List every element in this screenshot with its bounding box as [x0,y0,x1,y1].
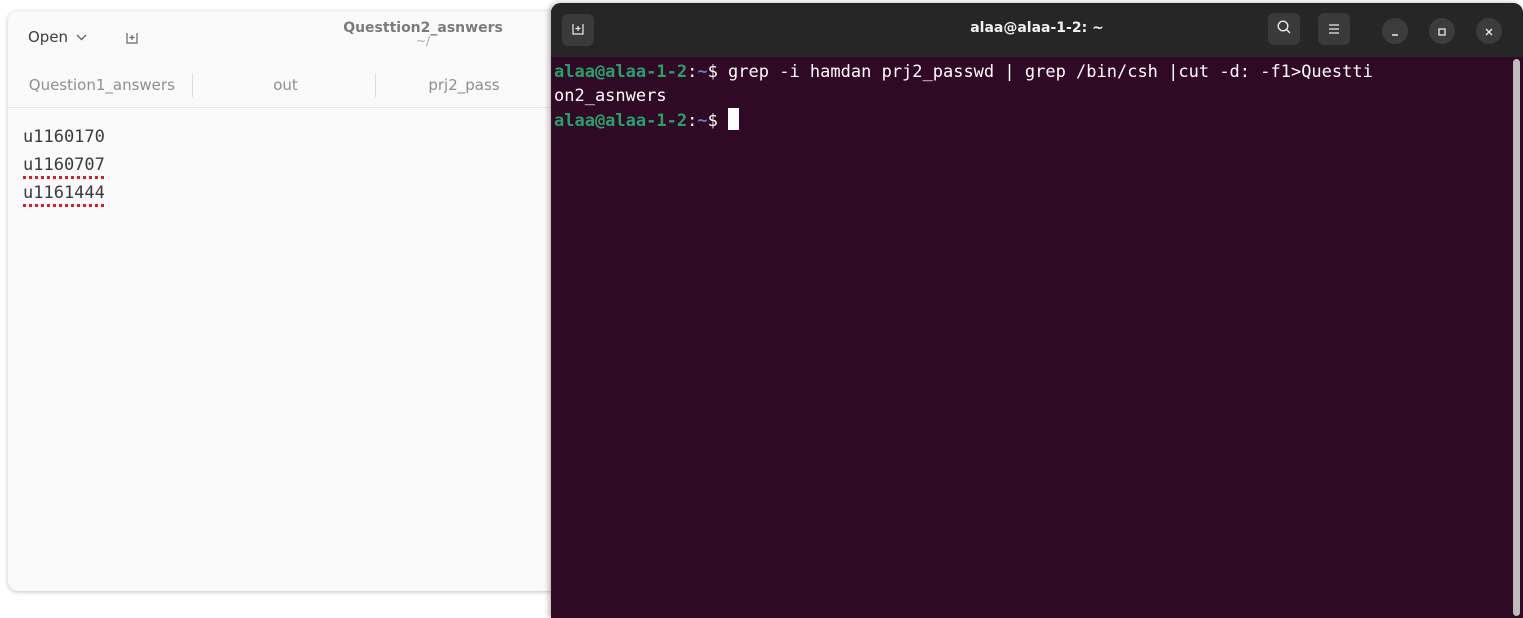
search-button[interactable] [1268,13,1300,45]
tab-question1-answers[interactable]: Question1_answers [8,63,192,107]
terminal-output[interactable]: alaa@alaa-1-2:~$ grep -i hamdan prj2_pas… [551,57,1509,618]
misspelled-word: u1160707 [23,155,105,175]
menu-button[interactable] [1318,13,1350,45]
open-button[interactable]: Open [20,23,95,51]
minimize-icon [1390,22,1400,41]
misspelled-word: u1161444 [23,183,105,203]
line-text: u1160170 [23,127,105,147]
search-icon [1276,19,1292,39]
editor-text-area[interactable]: u1160170 u1160707 u1161444 [23,123,105,207]
document-title: Questtion2_asnwers ~/ [308,20,538,48]
close-button[interactable] [1476,18,1502,44]
terminal-line: on2_asnwers [554,84,1509,108]
prompt-dollar: $ [707,62,729,82]
prompt-path: ~ [697,111,708,131]
chevron-down-icon [76,31,87,44]
tab-label: out [273,76,298,94]
terminal-window: alaa@alaa-1-2: ~ alaa@alaa-1-2:~$ grep -… [551,3,1523,618]
terminal-title: alaa@alaa-1-2: ~ [970,20,1104,36]
text-line: u1161444 [23,179,105,207]
text-line: u1160707 [23,151,105,179]
command-text: grep -i hamdan prj2_passwd | grep /bin/c… [728,62,1373,82]
document-path: ~/ [415,34,431,48]
prompt-path: ~ [697,62,708,82]
prompt-dollar: $ [707,111,729,131]
prompt-colon: : [687,111,698,131]
prompt-colon: : [687,62,698,82]
close-icon [1484,22,1494,41]
tab-label: Question1_answers [28,76,175,94]
prompt-user: alaa@alaa-1-2 [554,111,688,131]
terminal-scrollbar[interactable] [1513,59,1520,616]
open-label: Open [28,28,69,46]
maximize-icon [1437,22,1447,41]
terminal-line: alaa@alaa-1-2:~$ [554,108,1509,133]
editor-headerbar: Open Questtion2_asnwers ~/ [8,11,608,63]
text-line: u1160170 [23,123,105,151]
minimize-button[interactable] [1382,18,1408,44]
maximize-button[interactable] [1429,18,1455,44]
command-text-wrapped: on2_asnwers [554,86,667,106]
tab-label: prj2_pass [428,76,500,94]
document-tabs: Question1_answers out prj2_pass [8,63,608,108]
text-cursor [728,108,740,130]
terminal-line: alaa@alaa-1-2:~$ grep -i hamdan prj2_pas… [554,60,1509,84]
prompt-user: alaa@alaa-1-2 [554,62,688,82]
tab-out[interactable]: out [191,63,376,107]
text-editor-window: Open Questtion2_asnwers ~/ Question1_ans… [8,11,608,591]
new-document-icon[interactable] [122,27,142,47]
hamburger-menu-icon [1327,20,1341,39]
terminal-headerbar: alaa@alaa-1-2: ~ [551,3,1523,57]
